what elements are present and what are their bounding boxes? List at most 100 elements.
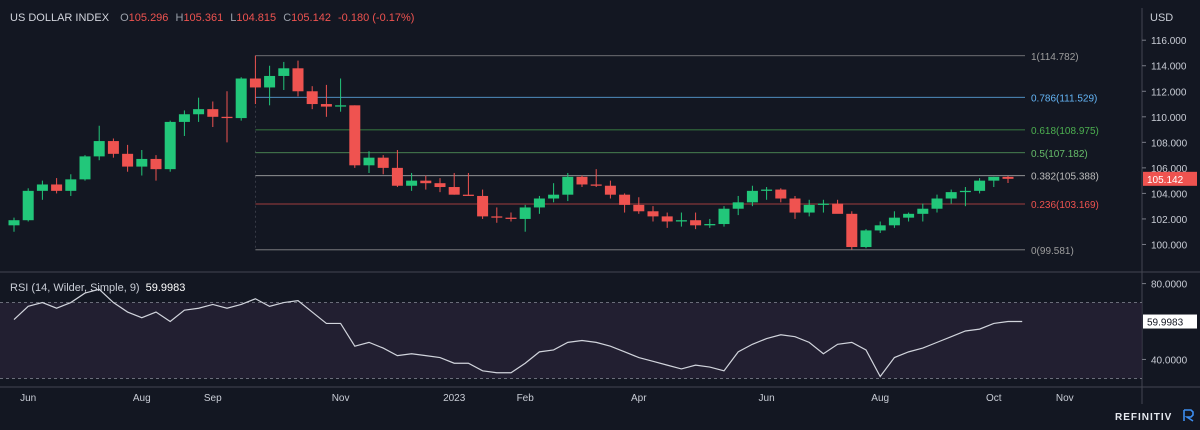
brand-label: REFINITIV <box>1115 412 1173 423</box>
candle-body <box>874 225 886 231</box>
candle-body <box>249 78 261 88</box>
candle-body <box>604 185 616 195</box>
fib-level-label: 0.618(108.975) <box>1031 126 1099 137</box>
candle-body <box>207 109 219 117</box>
candle-body <box>462 194 474 196</box>
candle-body <box>491 216 503 218</box>
time-axis-label: Aug <box>871 393 889 404</box>
candle-body <box>79 156 91 180</box>
fib-level-label: 0.236(103.169) <box>1031 200 1099 211</box>
last-price-label: 105.142 <box>1147 175 1184 186</box>
time-axis-label: Apr <box>631 393 647 404</box>
instrument-name: US DOLLAR INDEX <box>10 12 110 24</box>
chart-canvas[interactable]: 116.000114.000112.000110.000108.000106.0… <box>0 0 1200 430</box>
candle-body <box>661 216 673 222</box>
price-tick-label: 116.000 <box>1151 36 1187 47</box>
ohlc-legend: US DOLLAR INDEX O105.296 H105.361 L104.8… <box>10 12 418 24</box>
open-label: O <box>120 12 129 24</box>
price-tick-label: 108.000 <box>1151 138 1188 149</box>
time-axis-label: Aug <box>133 393 151 404</box>
time-axis-label: Nov <box>332 393 350 404</box>
candle-body <box>164 121 176 170</box>
candle-body <box>704 224 716 226</box>
candle-body <box>8 220 20 226</box>
candle-body <box>292 68 304 92</box>
candle-body <box>136 158 148 167</box>
candle-body <box>335 105 347 107</box>
candle-body <box>959 190 971 193</box>
close-value: 105.142 <box>291 12 331 24</box>
candle-body <box>945 192 957 199</box>
candle-body <box>533 198 545 208</box>
price-tick-label: 100.000 <box>1151 240 1188 251</box>
candle-body <box>590 184 602 186</box>
candle-body <box>562 176 574 195</box>
candle-body <box>775 189 787 199</box>
time-axis-label: Sep <box>204 393 222 404</box>
candle-body <box>633 204 645 212</box>
change-value: -0.180 (-0.17%) <box>338 12 415 24</box>
fib-level-label: 0.786(111.529) <box>1031 93 1097 104</box>
candle-body <box>931 198 943 209</box>
candle-body <box>505 217 517 219</box>
candle-body <box>746 190 758 203</box>
low-value: 104.815 <box>236 12 277 24</box>
candle-body <box>718 208 730 225</box>
time-axis-label: Jun <box>759 393 775 404</box>
candle-body <box>846 213 858 248</box>
fib-level-label: 0.5(107.182) <box>1031 149 1088 160</box>
candle-body <box>278 68 290 76</box>
currency-label: USD <box>1150 12 1174 24</box>
candle-body <box>320 104 332 107</box>
price-tick-label: 112.000 <box>1151 87 1187 98</box>
candle-body <box>150 158 162 170</box>
candle-body <box>477 195 489 217</box>
candle-body <box>448 187 460 195</box>
candle-body <box>817 203 829 205</box>
rsi-last-label: 59.9983 <box>1147 318 1184 329</box>
fib-level-label: 0.382(105.388) <box>1031 172 1099 183</box>
candle-body <box>1002 176 1014 179</box>
candle-body <box>306 91 318 105</box>
candle-body <box>93 141 105 157</box>
refinitiv-logo-icon <box>1183 409 1194 422</box>
candle-body <box>235 78 247 119</box>
candle-body <box>221 116 233 119</box>
candle-body <box>675 220 687 222</box>
time-axis-label: Jun <box>20 393 36 404</box>
candle-body <box>51 184 63 191</box>
candle-body <box>888 217 900 226</box>
candle-body <box>519 207 531 219</box>
time-axis-label: Feb <box>517 393 535 404</box>
price-tick-label: 114.000 <box>1151 62 1187 73</box>
candle-body <box>832 203 844 214</box>
fib-level-label: 1(114.782) <box>1031 52 1079 63</box>
rsi-title: RSI (14, Wilder, Simple, 9) <box>10 282 140 294</box>
candle-body <box>193 109 205 115</box>
candle-body <box>803 204 815 213</box>
candle-body <box>647 211 659 217</box>
fib-level-label: 0(99.581) <box>1031 246 1074 257</box>
rsi-band <box>0 302 1142 379</box>
candle-body <box>107 141 119 154</box>
price-tick-label: 110.000 <box>1151 113 1187 124</box>
open-value: 105.296 <box>128 12 169 24</box>
candle-body <box>377 157 389 168</box>
rsi-value: 59.9983 <box>145 282 186 294</box>
candle-body <box>789 198 801 213</box>
candle-body <box>988 176 1000 181</box>
candle-body <box>690 220 702 226</box>
candle-body <box>917 208 929 214</box>
rsi-tick-label: 80.0000 <box>1151 280 1188 291</box>
candle-body <box>36 184 48 191</box>
candle-body <box>178 114 190 122</box>
candle-body <box>22 190 34 221</box>
candle-body <box>903 213 915 218</box>
close-label: C <box>283 12 292 24</box>
candle-body <box>548 194 560 199</box>
rsi-legend: RSI (14, Wilder, Simple, 9) 59.9983 <box>10 282 185 294</box>
time-axis-label: Oct <box>986 393 1002 404</box>
candle-body <box>860 230 872 248</box>
candle-body <box>619 194 631 205</box>
price-tick-label: 104.000 <box>1151 189 1188 200</box>
